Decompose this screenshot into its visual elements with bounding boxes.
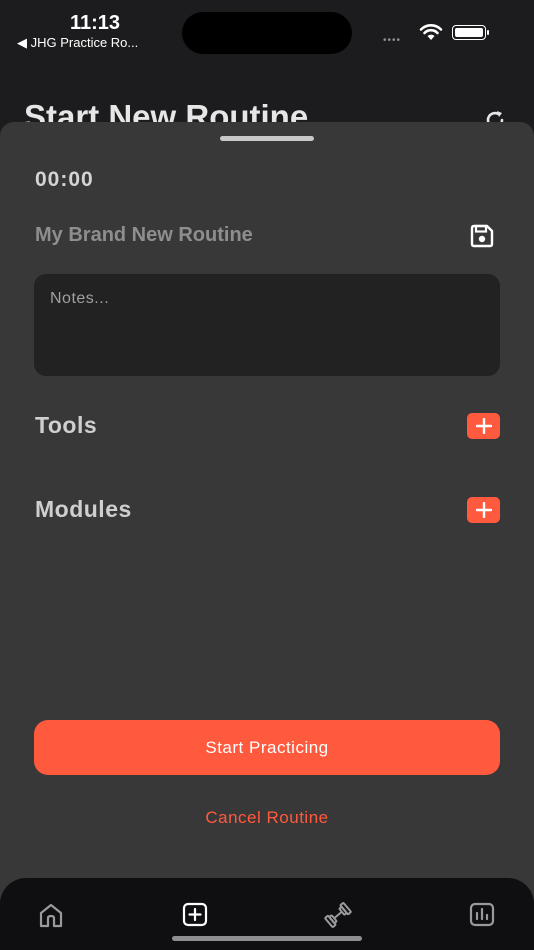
status-time: 11:13 (70, 12, 121, 34)
modules-section-label: Modules (35, 496, 132, 522)
status-bar: 11:13 ◀ JHG Practice Ro... •••• (0, 0, 534, 60)
battery-icon (452, 25, 489, 40)
plus-icon (475, 502, 492, 518)
cancel-routine-button[interactable]: Cancel Routine (0, 808, 534, 828)
tab-bar (0, 878, 534, 950)
sheet-grabber[interactable] (220, 136, 314, 141)
back-to-app-link[interactable]: ◀ JHG Practice Ro... (17, 35, 138, 51)
plus-icon (475, 418, 492, 434)
wifi-icon (419, 24, 443, 40)
tab-exercises[interactable] (321, 900, 355, 930)
home-icon (39, 903, 63, 928)
start-practicing-button[interactable]: Start Practicing (34, 720, 500, 775)
tools-section-label: Tools (35, 412, 98, 438)
dumbbell-icon (324, 902, 352, 928)
tab-stats[interactable] (465, 900, 499, 930)
add-module-button[interactable] (467, 497, 500, 523)
add-tool-button[interactable] (467, 413, 500, 439)
routine-name-field[interactable]: My Brand New Routine (35, 224, 253, 247)
home-indicator[interactable] (172, 936, 362, 941)
floppy-disk-icon (470, 224, 494, 248)
save-routine-button[interactable] (468, 222, 496, 250)
tab-new-routine[interactable] (178, 900, 212, 930)
add-square-icon (182, 902, 208, 927)
routine-timer: 00:00 (35, 168, 94, 191)
cellular-signal-icon: •••• (383, 35, 402, 46)
notes-input[interactable] (34, 274, 500, 376)
dynamic-island (182, 12, 352, 54)
chart-icon (469, 902, 495, 927)
new-routine-sheet: 00:00 My Brand New Routine Tools Modules… (0, 122, 534, 950)
tab-home[interactable] (34, 900, 68, 930)
